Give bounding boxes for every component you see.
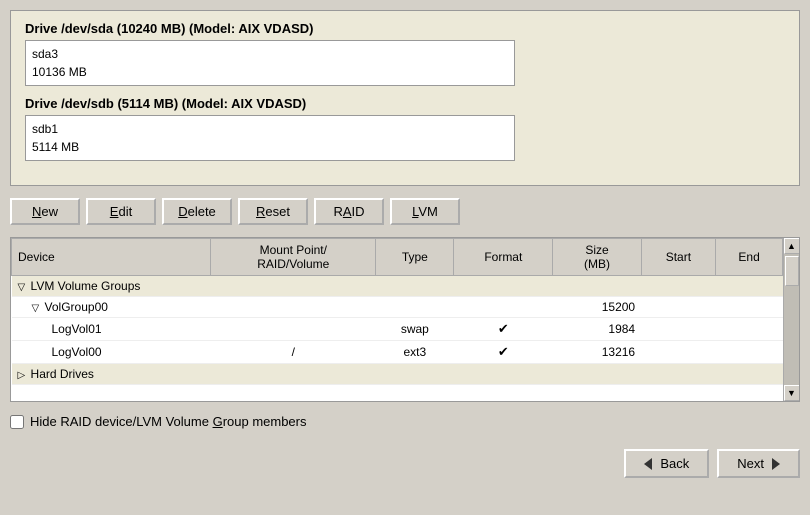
logvol00-size: 13216	[553, 341, 641, 364]
main-container: Drive /dev/sda (10240 MB) (Model: AIX VD…	[10, 10, 800, 478]
hide-members-label: Hide RAID device/LVM Volume Group member…	[30, 414, 307, 429]
drive2-label: Drive /dev/sdb (5114 MB) (Model: AIX VDA…	[25, 96, 785, 111]
table-inner[interactable]: Device Mount Point/RAID/Volume Type Form…	[11, 238, 783, 401]
table-row[interactable]: ▷ Hard Drives	[12, 364, 783, 385]
logvol01-type: swap	[376, 318, 454, 341]
section-lvm: ▽ LVM Volume Groups	[12, 276, 783, 297]
logvol00-mount: /	[211, 341, 376, 364]
hide-members-checkbox[interactable]	[10, 415, 24, 429]
toolbar: New Edit Delete Reset RAID LVM	[10, 194, 800, 229]
volgroup-mount	[211, 297, 376, 318]
expand-icon: ▽	[32, 303, 40, 314]
raid-button[interactable]: RAID	[314, 198, 384, 225]
logvol01-size: 1984	[553, 318, 641, 341]
edit-button[interactable]: Edit	[86, 198, 156, 225]
volgroup-device: ▽ VolGroup00	[12, 297, 211, 318]
logvol00-type: ext3	[376, 341, 454, 364]
delete-button[interactable]: Delete	[162, 198, 232, 225]
volgroup-size: 15200	[553, 297, 641, 318]
section-harddrives: ▷ Hard Drives	[12, 364, 783, 385]
partition-table: Device Mount Point/RAID/Volume Type Form…	[11, 238, 783, 385]
col-end: End	[716, 239, 783, 276]
drive2-box: sdb1 5114 MB	[25, 115, 515, 161]
next-label: Next	[737, 456, 764, 471]
drive-info-panel: Drive /dev/sda (10240 MB) (Model: AIX VD…	[10, 10, 800, 186]
lvm-button[interactable]: LVM	[390, 198, 460, 225]
logvol00-device: LogVol00	[12, 341, 211, 364]
logvol01-end	[716, 318, 783, 341]
volgroup-format	[454, 297, 553, 318]
drive2-line2: 5114 MB	[32, 138, 508, 156]
drive2-line1: sdb1	[32, 120, 508, 138]
table-row[interactable]: ▽ LVM Volume Groups	[12, 276, 783, 297]
col-format: Format	[454, 239, 553, 276]
volgroup-type	[376, 297, 454, 318]
scroll-down-button[interactable]: ▼	[784, 385, 800, 401]
logvol01-mount	[211, 318, 376, 341]
scrollbar-thumb[interactable]	[785, 256, 799, 286]
col-device: Device	[12, 239, 211, 276]
back-arrow-icon	[644, 458, 652, 470]
logvol00-format: ✔	[454, 341, 553, 364]
back-label: Back	[660, 456, 689, 471]
logvol01-start	[641, 318, 716, 341]
volgroup-end	[716, 297, 783, 318]
logvol01-format: ✔	[454, 318, 553, 341]
table-row[interactable]: LogVol01 swap ✔ 1984	[12, 318, 783, 341]
hide-members-row: Hide RAID device/LVM Volume Group member…	[10, 410, 800, 433]
next-arrow-icon	[772, 458, 780, 470]
next-button[interactable]: Next	[717, 449, 800, 478]
reset-button[interactable]: Reset	[238, 198, 308, 225]
logvol00-start	[641, 341, 716, 364]
col-start: Start	[641, 239, 716, 276]
new-button[interactable]: New	[10, 198, 80, 225]
partition-table-wrapper: Device Mount Point/RAID/Volume Type Form…	[10, 237, 800, 402]
logvol01-device: LogVol01	[12, 318, 211, 341]
drive1-line1: sda3	[32, 45, 508, 63]
scrollbar-track[interactable]	[784, 254, 799, 385]
col-size: Size(MB)	[553, 239, 641, 276]
check-icon: ✔	[498, 321, 509, 336]
back-button[interactable]: Back	[624, 449, 709, 478]
collapse-icon: ▷	[18, 370, 26, 381]
logvol00-end	[716, 341, 783, 364]
table-row[interactable]: LogVol00 / ext3 ✔ 13216	[12, 341, 783, 364]
volgroup-start	[641, 297, 716, 318]
col-mountpoint: Mount Point/RAID/Volume	[211, 239, 376, 276]
drive1-box: sda3 10136 MB	[25, 40, 515, 86]
col-type: Type	[376, 239, 454, 276]
scroll-up-button[interactable]: ▲	[784, 238, 800, 254]
scrollbar[interactable]: ▲ ▼	[783, 238, 799, 401]
drive1-line2: 10136 MB	[32, 63, 508, 81]
bottom-bar: Back Next	[10, 441, 800, 478]
drive1-label: Drive /dev/sda (10240 MB) (Model: AIX VD…	[25, 21, 785, 36]
expand-icon: ▽	[18, 282, 26, 293]
check-icon: ✔	[498, 344, 509, 359]
table-row[interactable]: ▽ VolGroup00 15200	[12, 297, 783, 318]
